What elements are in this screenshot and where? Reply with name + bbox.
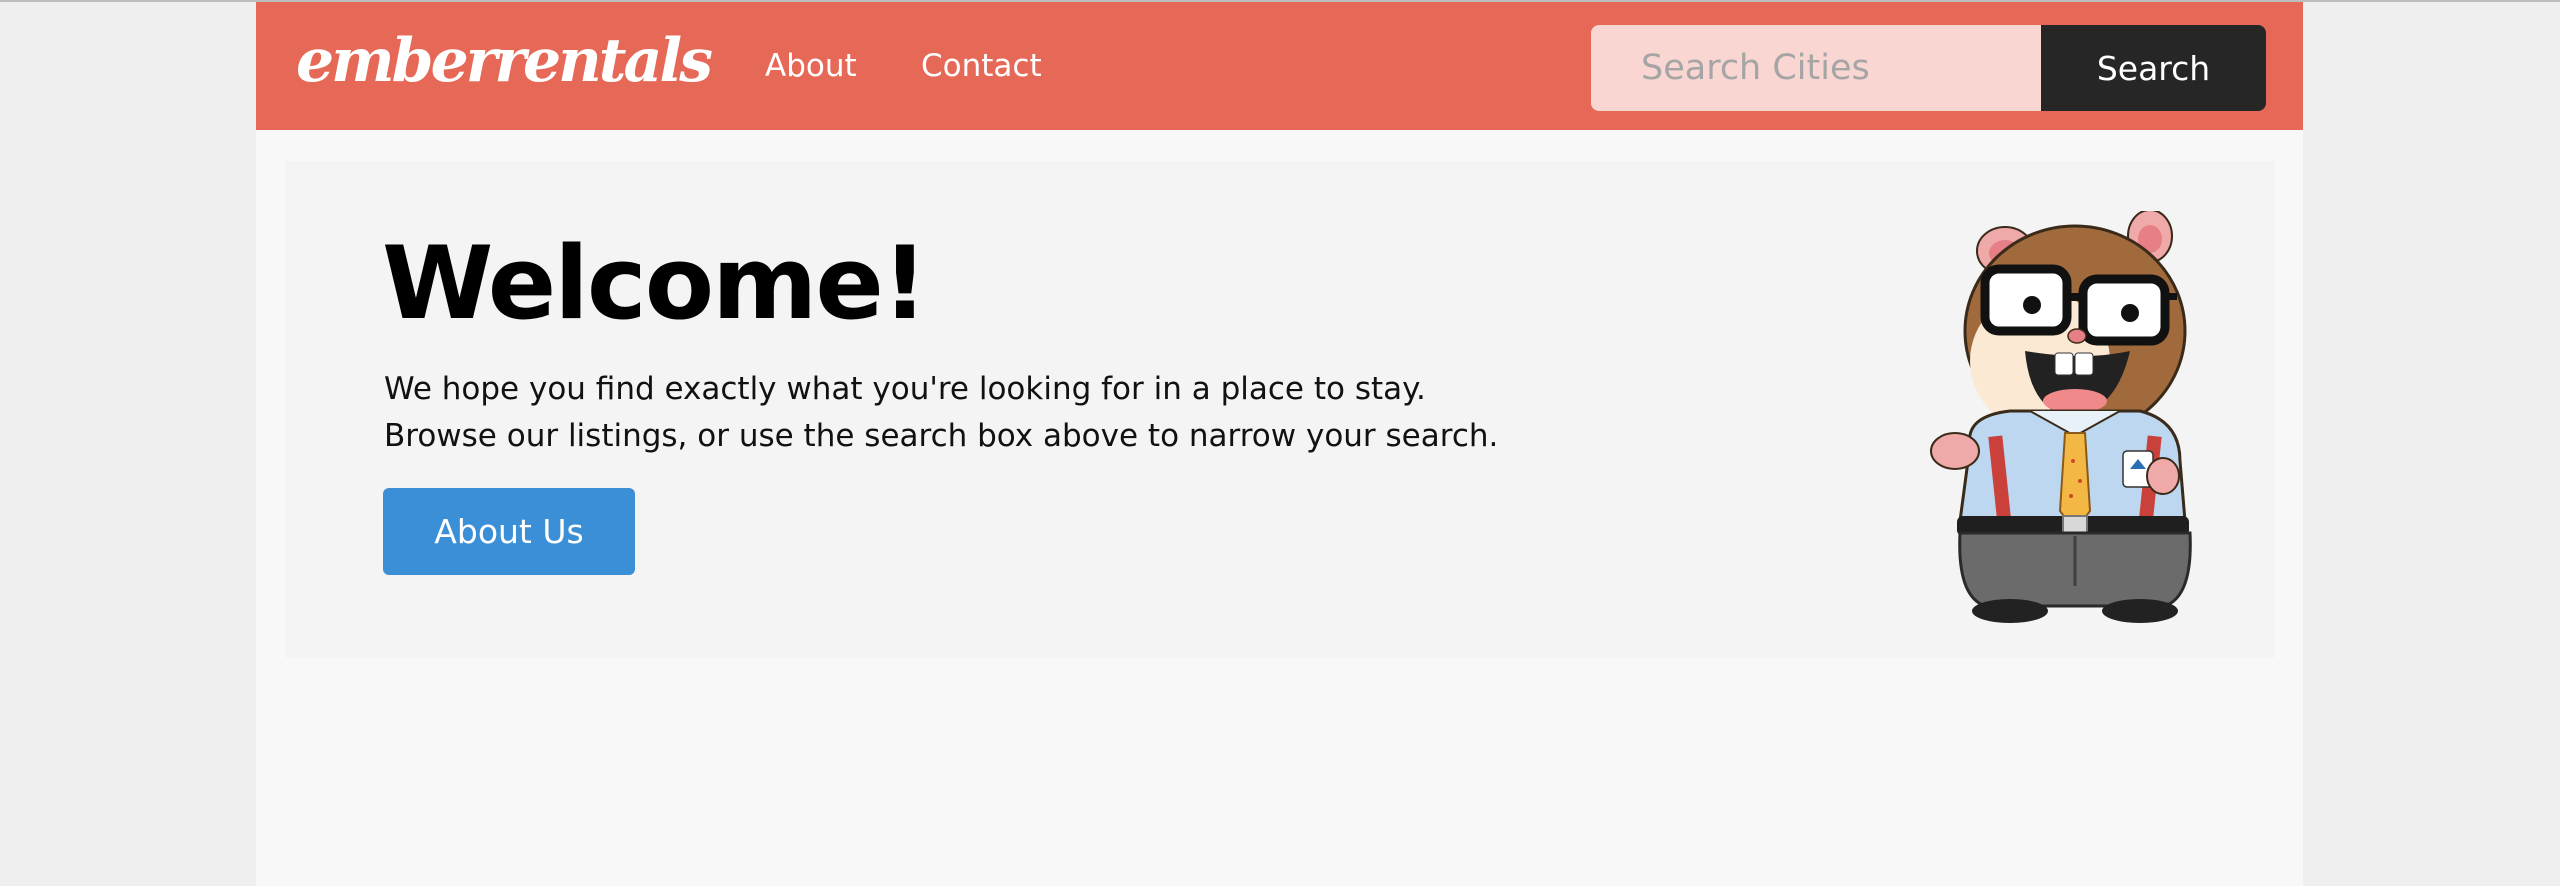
nav-link-contact[interactable]: Contact bbox=[921, 46, 1042, 86]
logo-link[interactable]: emberrentals bbox=[296, 16, 713, 106]
tomster-mascot-icon bbox=[1930, 211, 2192, 623]
nav-link-about[interactable]: About bbox=[765, 46, 857, 86]
intro-line: We hope you find exactly what you're loo… bbox=[384, 371, 1426, 407]
search-input[interactable] bbox=[1591, 25, 2041, 111]
intro-text: We hope you find exactly what you're loo… bbox=[384, 366, 1584, 460]
search-button[interactable]: Search bbox=[2041, 25, 2266, 111]
intro-line: Browse our listings, or use the search b… bbox=[384, 418, 1499, 454]
about-us-button[interactable]: About Us bbox=[383, 488, 635, 575]
page-title: Welcome! bbox=[382, 224, 928, 342]
welcome-jumbotron: Welcome! We hope you find exactly what y… bbox=[285, 161, 2275, 658]
page-container: emberrentals About Contact Search Welcom… bbox=[256, 2, 2303, 886]
top-navbar: emberrentals About Contact Search bbox=[256, 2, 2303, 130]
